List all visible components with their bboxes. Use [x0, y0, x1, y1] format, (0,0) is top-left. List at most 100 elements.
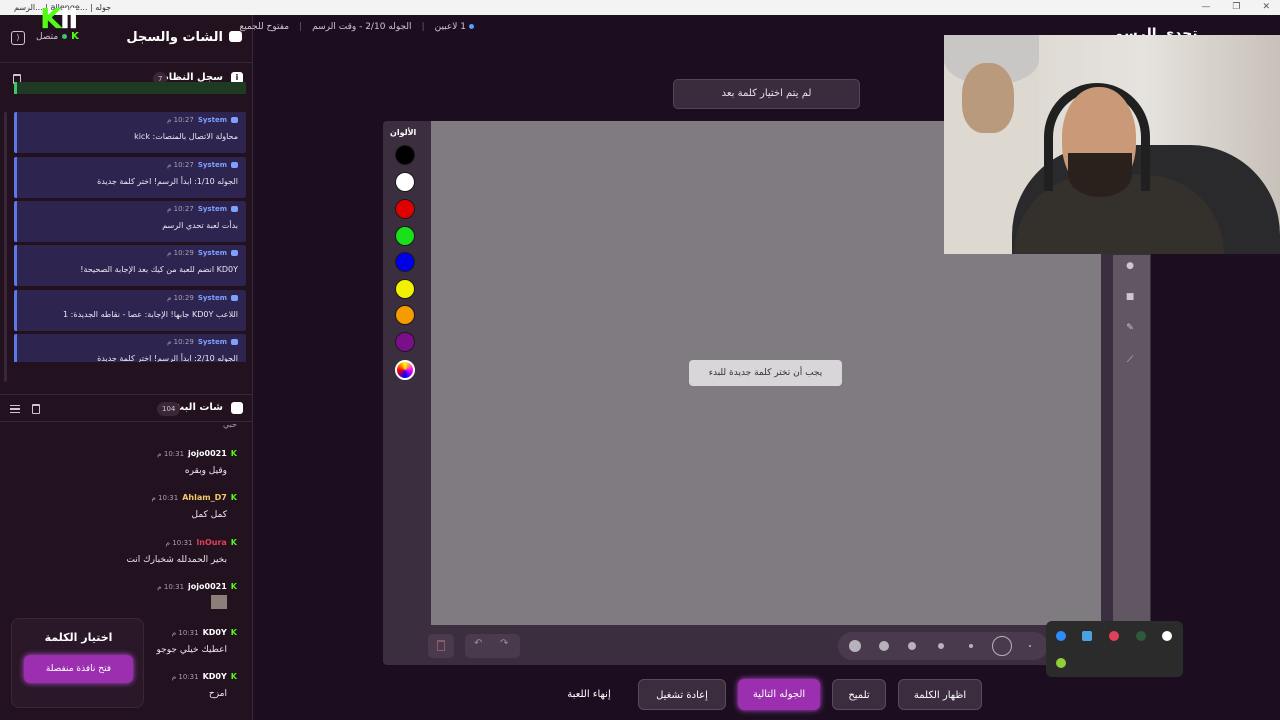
log-author: System — [197, 205, 227, 213]
color-swatch-white[interactable] — [395, 172, 415, 192]
log-author: System — [197, 249, 227, 257]
log-text: الجوله 2/10: ابدأ الرسم! اختر كلمة جديدة — [97, 354, 238, 362]
chat-username[interactable]: KD0Y — [203, 672, 227, 681]
next-round-button[interactable]: الجوله التالية — [738, 679, 820, 710]
chat-text: وقيل وبقره — [184, 466, 227, 476]
nvidia-tray-icon[interactable] — [1056, 658, 1066, 668]
kick-icon: K — [230, 672, 237, 681]
chat-count: 104 — [157, 402, 181, 416]
chat-username[interactable]: jojo0021 — [188, 582, 227, 591]
kick-logo: KII — [40, 2, 79, 35]
word-pick-card: اختيار الكلمة فتح نافذة منفصلة — [11, 618, 144, 708]
chat-header: شات البث 104 — [0, 394, 253, 422]
minimize-button[interactable]: — — [1201, 0, 1210, 15]
chat-username[interactable]: jojo0021 — [188, 449, 227, 458]
log-time: 10:27 م — [167, 161, 194, 169]
app-tray-icon[interactable] — [1109, 631, 1119, 641]
kick-icon: K — [230, 628, 237, 637]
chat-bubble-icon — [231, 402, 243, 414]
log-text: بدأت لعبة تحدي الرسم — [162, 221, 238, 230]
log-text: اللاعب KD0Y جابها! الإجابة: عصا - نقاطه … — [63, 310, 238, 319]
restart-button[interactable]: إعادة تشغيل — [638, 679, 726, 710]
log-time: 10:27 م — [167, 116, 194, 124]
clear-chat-trash-icon[interactable] — [32, 404, 40, 414]
close-button[interactable]: ✕ — [1262, 0, 1270, 15]
game-mode: مفتوح للجميع — [239, 22, 290, 32]
color-swatch-red[interactable] — [395, 199, 415, 219]
end-game-button[interactable]: إنهاء اللعبة — [552, 679, 626, 710]
log-item: System 10:27 م بدأت لعبة تحدي الرسم — [14, 201, 246, 242]
security-shield-icon[interactable] — [1082, 631, 1092, 641]
log-text: KD0Y انضم للعبة من كيك بعد الإجابة الصحي… — [80, 265, 238, 274]
brush-size-selected[interactable] — [992, 636, 1012, 656]
log-text: محاولة الاتصال بالمنصات: kick — [134, 132, 238, 141]
open-separate-window-button[interactable]: فتح نافذة منفصلة — [24, 655, 133, 683]
fill-tool-icon[interactable]: ✎ — [1121, 319, 1139, 337]
chat-message-partial: حبي — [222, 420, 237, 429]
log-author: System — [197, 294, 227, 302]
undo-icon[interactable]: ↶ — [474, 638, 482, 649]
chat-username[interactable]: Ahlam_D7 — [182, 493, 227, 502]
bluetooth-icon[interactable] — [1056, 631, 1066, 641]
color-swatch-purple[interactable] — [395, 332, 415, 352]
color-swatch-black[interactable] — [395, 145, 415, 165]
chat-title: شات البث — [174, 402, 223, 413]
color-swatch-yellow[interactable] — [395, 279, 415, 299]
reveal-word-button[interactable]: اظهار الكلمة — [898, 679, 982, 710]
window-controls: — ❐ ✕ — [1201, 0, 1270, 15]
log-author: System — [197, 116, 227, 124]
players-dot-icon — [469, 24, 474, 29]
system-icon — [231, 250, 238, 256]
system-icon — [231, 295, 238, 301]
log-item: System 10:29 م KD0Y انضم للعبة من كيك بعد… — [14, 245, 246, 286]
chat-username[interactable]: KD0Y — [203, 628, 227, 637]
brush-size-xl[interactable] — [849, 640, 861, 652]
players-count: 1 لاعبين — [435, 22, 474, 32]
sidebar-header: الشات والسجل ⟩ K متصل — [0, 15, 253, 63]
brush-tool-icon[interactable]: ● — [1121, 257, 1139, 275]
log-time: 10:29 م — [167, 338, 194, 346]
maximize-button[interactable]: ❐ — [1232, 0, 1240, 15]
collapse-sidebar-button[interactable]: ⟩ — [11, 31, 25, 45]
chat-text: كمل كمل — [191, 510, 227, 520]
brush-size-s[interactable] — [938, 643, 944, 649]
chat-list-icon[interactable] — [10, 405, 20, 413]
system-icon — [231, 117, 238, 123]
log-scrollbar[interactable] — [4, 112, 7, 382]
system-log-list: System 10:27 م محاولة الاتصال بالمنصات: k… — [12, 82, 248, 362]
brush-size-m[interactable] — [908, 642, 916, 650]
app-tray-icon-2[interactable] — [1136, 631, 1146, 641]
kick-icon: K — [230, 449, 237, 458]
line-tool-icon[interactable]: ⟋ — [1121, 351, 1139, 369]
word-prompt: لم يتم اختيار كلمة بعد — [673, 79, 860, 109]
color-swatch-orange[interactable] — [395, 305, 415, 325]
brush-size-l[interactable] — [879, 641, 889, 651]
brush-size-selector — [838, 632, 1048, 660]
redo-icon[interactable]: ↷ — [500, 638, 508, 649]
log-time: 10:27 م — [167, 205, 194, 213]
system-icon — [231, 206, 238, 212]
log-time: 10:29 م — [167, 249, 194, 257]
log-item: System 10:27 م محاولة الاتصال بالمنصات: k… — [14, 112, 246, 153]
clear-canvas-button[interactable] — [428, 634, 454, 658]
chat-message: Kjojo0021 10:31 م وقيل وبقره — [7, 449, 237, 476]
system-icon — [231, 339, 238, 345]
settings-tray-icon[interactable] — [1162, 631, 1172, 641]
color-swatch-green[interactable] — [395, 226, 415, 246]
hint-button[interactable]: تلميح — [832, 679, 886, 710]
log-author: System — [197, 161, 227, 169]
color-swatch-blue[interactable] — [395, 252, 415, 272]
chat-username[interactable]: lnOura — [197, 538, 227, 547]
chat-bubble-icon — [229, 31, 242, 42]
rectangle-tool-icon[interactable]: ■ — [1121, 288, 1139, 306]
brush-size-xs[interactable] — [969, 644, 973, 648]
chat-message: KlnOura 10:31 م بخير الحمدلله شخبارك انت — [7, 538, 237, 565]
color-picker-icon[interactable] — [395, 360, 415, 380]
webcam-overlay — [944, 35, 1280, 254]
brush-size-xxs[interactable] — [1029, 645, 1031, 647]
log-item: System 10:29 م اللاعب KD0Y جابها! الإجابة… — [14, 290, 246, 331]
tool-panel — [1113, 255, 1150, 625]
word-pick-title: اختيار الكلمة — [44, 631, 113, 644]
chat-message: K Ahlam_D7 10:31 م كمل كمل — [7, 493, 237, 520]
kick-icon: K — [230, 538, 237, 547]
